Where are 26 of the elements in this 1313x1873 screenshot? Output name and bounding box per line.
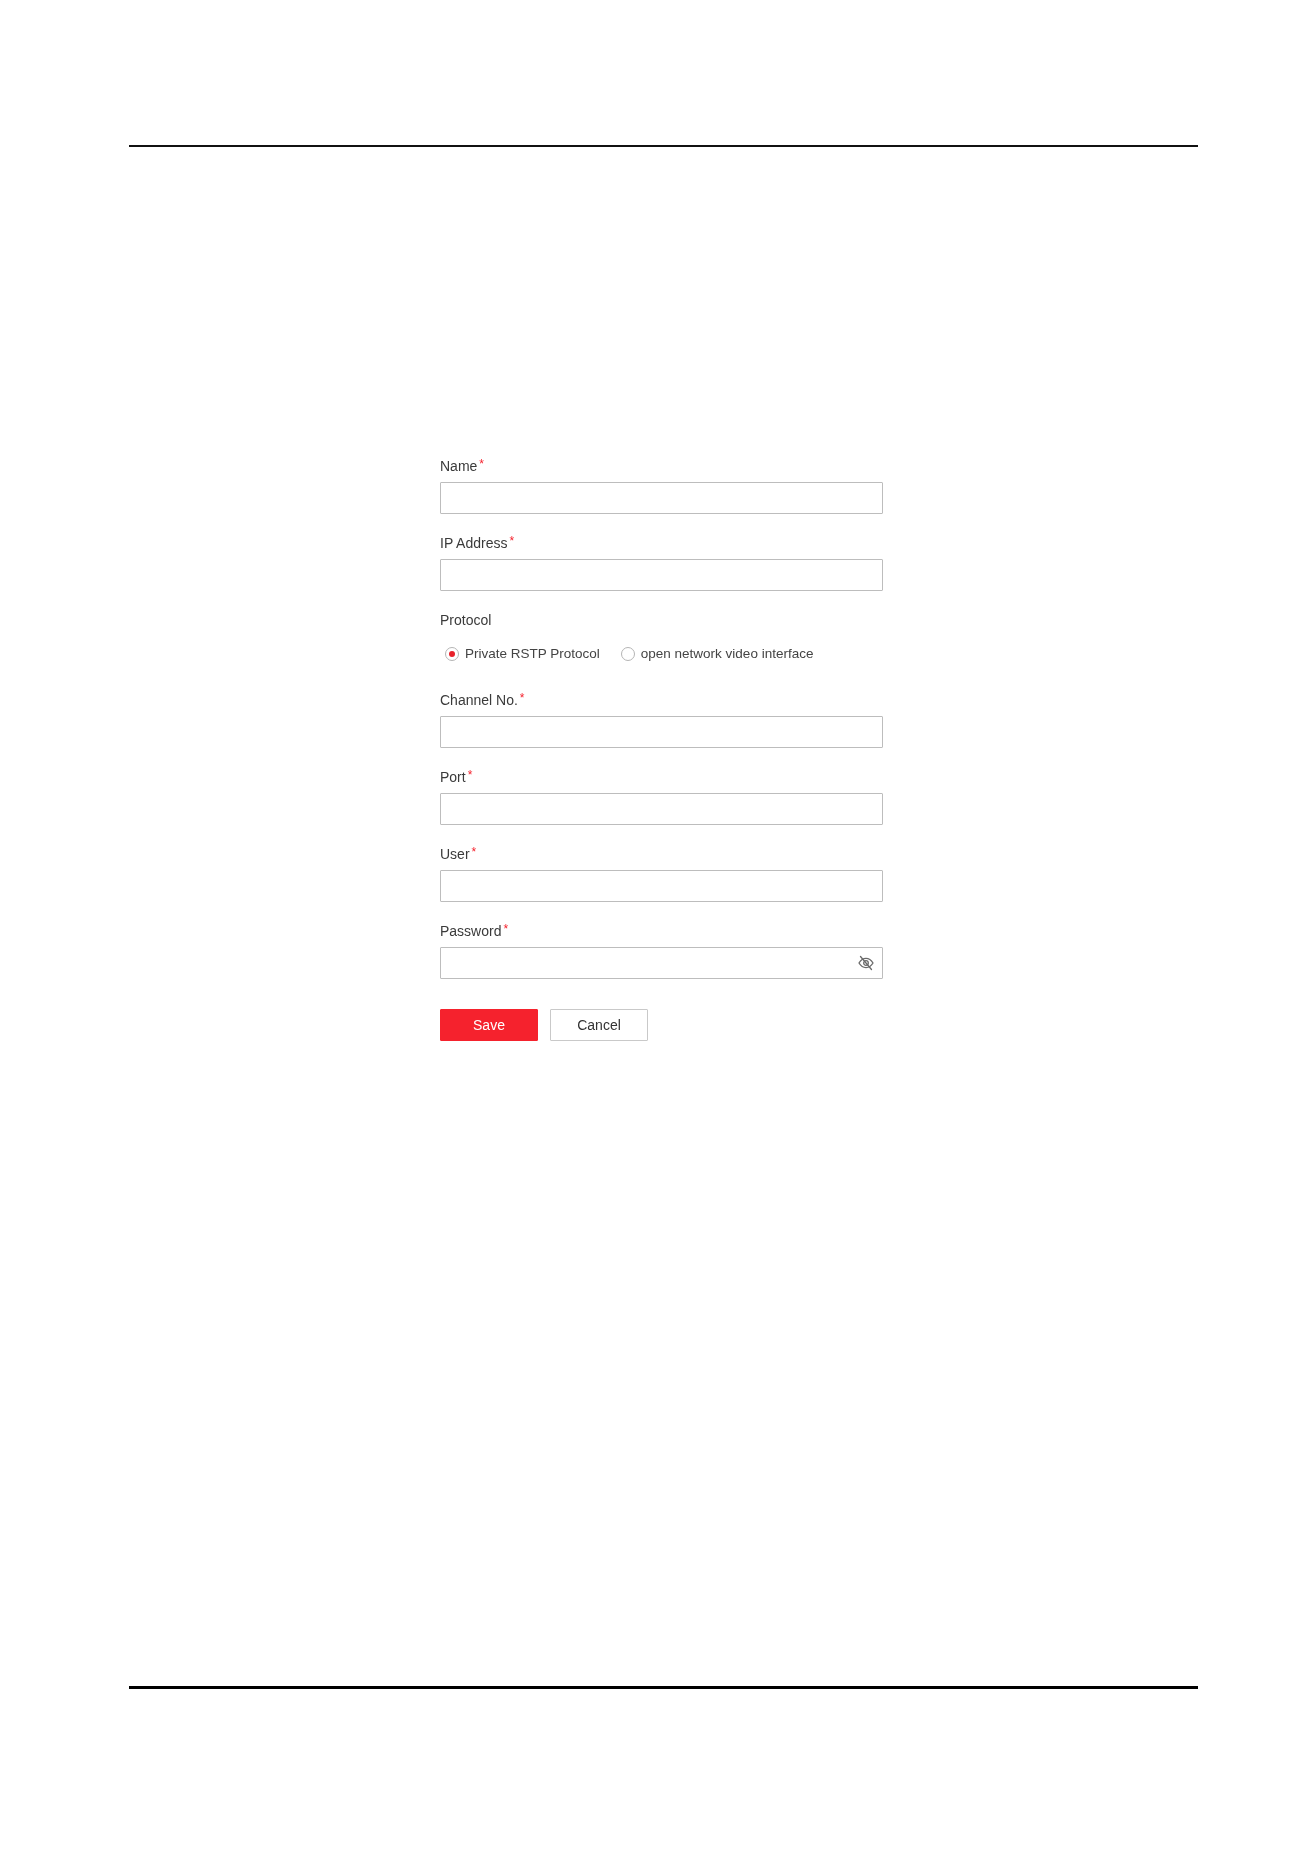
field-label: IP Address	[440, 534, 508, 552]
eye-slash-icon[interactable]	[858, 955, 874, 971]
field-label: Password	[440, 922, 502, 940]
password-field[interactable]	[440, 947, 883, 979]
field-label: Protocol	[440, 611, 492, 629]
input-field[interactable]	[440, 482, 883, 514]
field-label: Channel No.	[440, 691, 518, 709]
input-field[interactable]	[440, 870, 883, 902]
radio-button[interactable]	[445, 647, 459, 661]
primary-button[interactable]: Save	[440, 1009, 538, 1041]
input-field[interactable]	[440, 559, 883, 591]
required-mark: *	[471, 845, 477, 859]
required-mark: *	[509, 534, 515, 548]
radio-label[interactable]: open network video interface	[640, 645, 814, 663]
input-field[interactable]	[440, 793, 883, 825]
field-label: User	[440, 845, 470, 863]
required-mark: *	[467, 768, 473, 782]
secondary-button[interactable]: Cancel	[550, 1009, 648, 1041]
field-label: Name	[440, 457, 478, 475]
input-field[interactable]	[440, 716, 883, 748]
radio-label[interactable]: Private RSTP Protocol	[465, 645, 600, 663]
radio-button[interactable]	[620, 647, 635, 661]
required-mark: *	[519, 691, 525, 705]
field-label: Port	[440, 768, 466, 786]
required-mark: *	[479, 457, 485, 471]
required-mark: *	[503, 922, 509, 936]
